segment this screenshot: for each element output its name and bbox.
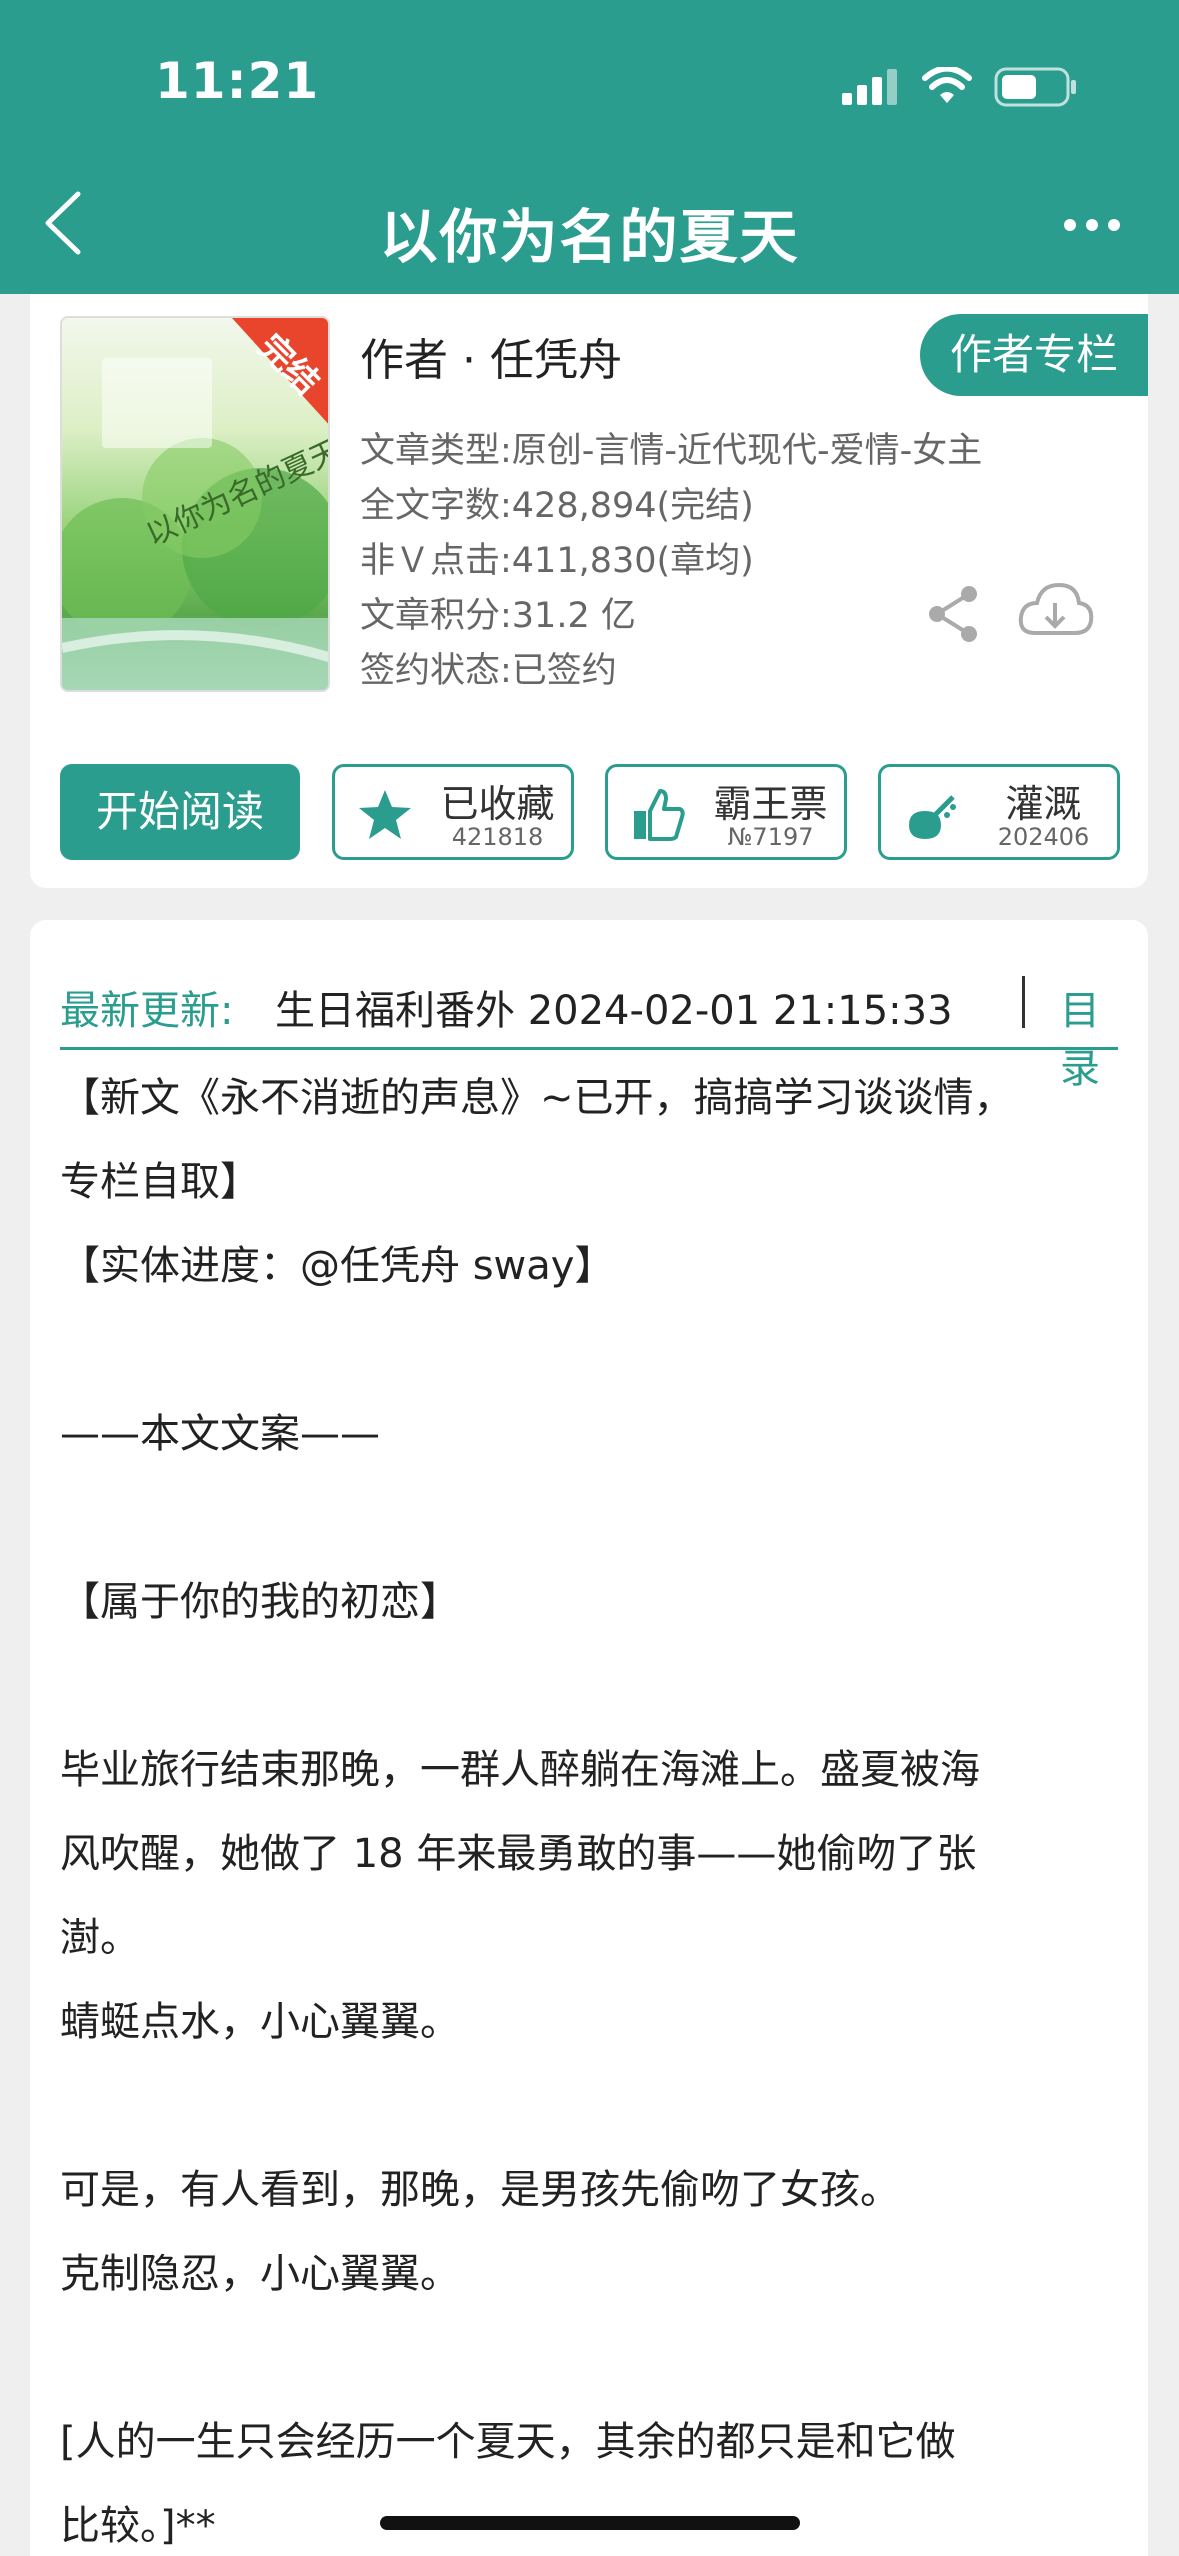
description-card: 最新更新: 生日福利番外 2024-02-01 21:15:33 目录 【新文《… bbox=[30, 920, 1148, 2556]
intro-line: 风吹醒，她做了 18 年来最勇敢的事——她偷吻了张 bbox=[60, 1831, 977, 1877]
collect-label: 已收藏 bbox=[440, 782, 555, 826]
intro-line: 澍。 bbox=[60, 1915, 140, 1961]
meta-genre: 文章类型:原创-言情-近代现代-爱情-女主 bbox=[360, 431, 983, 471]
top-header: 11:21 以你为名的夏天 bbox=[0, 0, 1179, 294]
intro-line: 比较。]** bbox=[60, 2503, 216, 2549]
author-column-button[interactable]: 作者专栏 bbox=[920, 314, 1148, 396]
latest-update-text[interactable]: 生日福利番外 2024-02-01 21:15:33 bbox=[275, 978, 953, 1036]
vote-count: №7197 bbox=[727, 823, 814, 851]
battery-icon bbox=[994, 67, 1076, 107]
intro-line: 克制隐忍，小心翼翼。 bbox=[60, 2251, 460, 2297]
intro-line: [人的一生只会经历一个夏天，其余的都只是和它做 bbox=[60, 2419, 956, 2465]
vote-label: 霸王票 bbox=[713, 782, 828, 826]
meta-score: 文章积分:31.2 亿 bbox=[360, 596, 636, 636]
status-icons bbox=[840, 62, 1078, 112]
watering-can-icon bbox=[909, 795, 956, 839]
divider bbox=[1022, 976, 1025, 1028]
water-button[interactable]: 灌溉 202406 bbox=[878, 764, 1120, 860]
author-name[interactable]: 作者 · 任凭舟 bbox=[360, 324, 622, 388]
vote-button[interactable]: 霸王票 №7197 bbox=[605, 764, 847, 860]
intro-line: 【属于你的我的初恋】 bbox=[60, 1579, 460, 1625]
book-info-card: 完结 以你为名的夏天 作者 · 任凭舟 作者专栏 文章类型:原创-言情-近代现代… bbox=[30, 294, 1148, 888]
star-icon bbox=[359, 790, 411, 839]
collect-button[interactable]: 已收藏 421818 bbox=[332, 764, 574, 860]
collect-count: 421818 bbox=[451, 823, 544, 851]
home-indicator[interactable] bbox=[380, 2516, 800, 2530]
intro-line: ——本文文案—— bbox=[60, 1411, 380, 1457]
intro-line: 毕业旅行结束那晚，一群人醉躺在海滩上。盛夏被海 bbox=[60, 1747, 980, 1793]
intro-line: 蜻蜓点水，小心翼翼。 bbox=[60, 1999, 460, 2045]
more-options-icon[interactable] bbox=[1062, 210, 1122, 240]
wifi-icon bbox=[922, 67, 972, 103]
status-time: 11:21 bbox=[155, 52, 320, 110]
meta-contract: 签约状态:已签约 bbox=[360, 651, 617, 691]
page-title: 以你为名的夏天 bbox=[379, 203, 800, 271]
download-icon[interactable] bbox=[1015, 577, 1095, 647]
intro-line: 【实体进度：@任凭舟 sway】 bbox=[60, 1243, 615, 1289]
meta-word-count: 全文字数:428,894(完结) bbox=[360, 486, 754, 526]
table-of-contents-link[interactable]: 目录 bbox=[1060, 978, 1118, 1094]
intro-line: 可是，有人看到，那晚，是男孩先偷吻了女孩。 bbox=[60, 2167, 900, 2213]
thumbs-up-icon bbox=[634, 789, 685, 841]
latest-update-row[interactable]: 最新更新: 生日福利番外 2024-02-01 21:15:33 目录 bbox=[60, 950, 1118, 1092]
book-cover[interactable]: 完结 以你为名的夏天 bbox=[60, 316, 330, 692]
water-label: 灌溉 bbox=[1005, 782, 1082, 826]
start-reading-button[interactable]: 开始阅读 bbox=[60, 764, 300, 860]
cellular-signal-icon bbox=[842, 69, 897, 105]
intro-line: 专栏自取】 bbox=[60, 1159, 260, 1205]
latest-update-label: 最新更新: bbox=[60, 988, 234, 1034]
share-icon[interactable] bbox=[925, 584, 985, 644]
water-count: 202406 bbox=[997, 823, 1090, 851]
intro-line: 【新文《永不消逝的声息》~已开，搞搞学习谈谈情， bbox=[60, 1075, 1014, 1121]
meta-clicks: 非Ｖ点击:411,830(章均) bbox=[360, 541, 754, 581]
